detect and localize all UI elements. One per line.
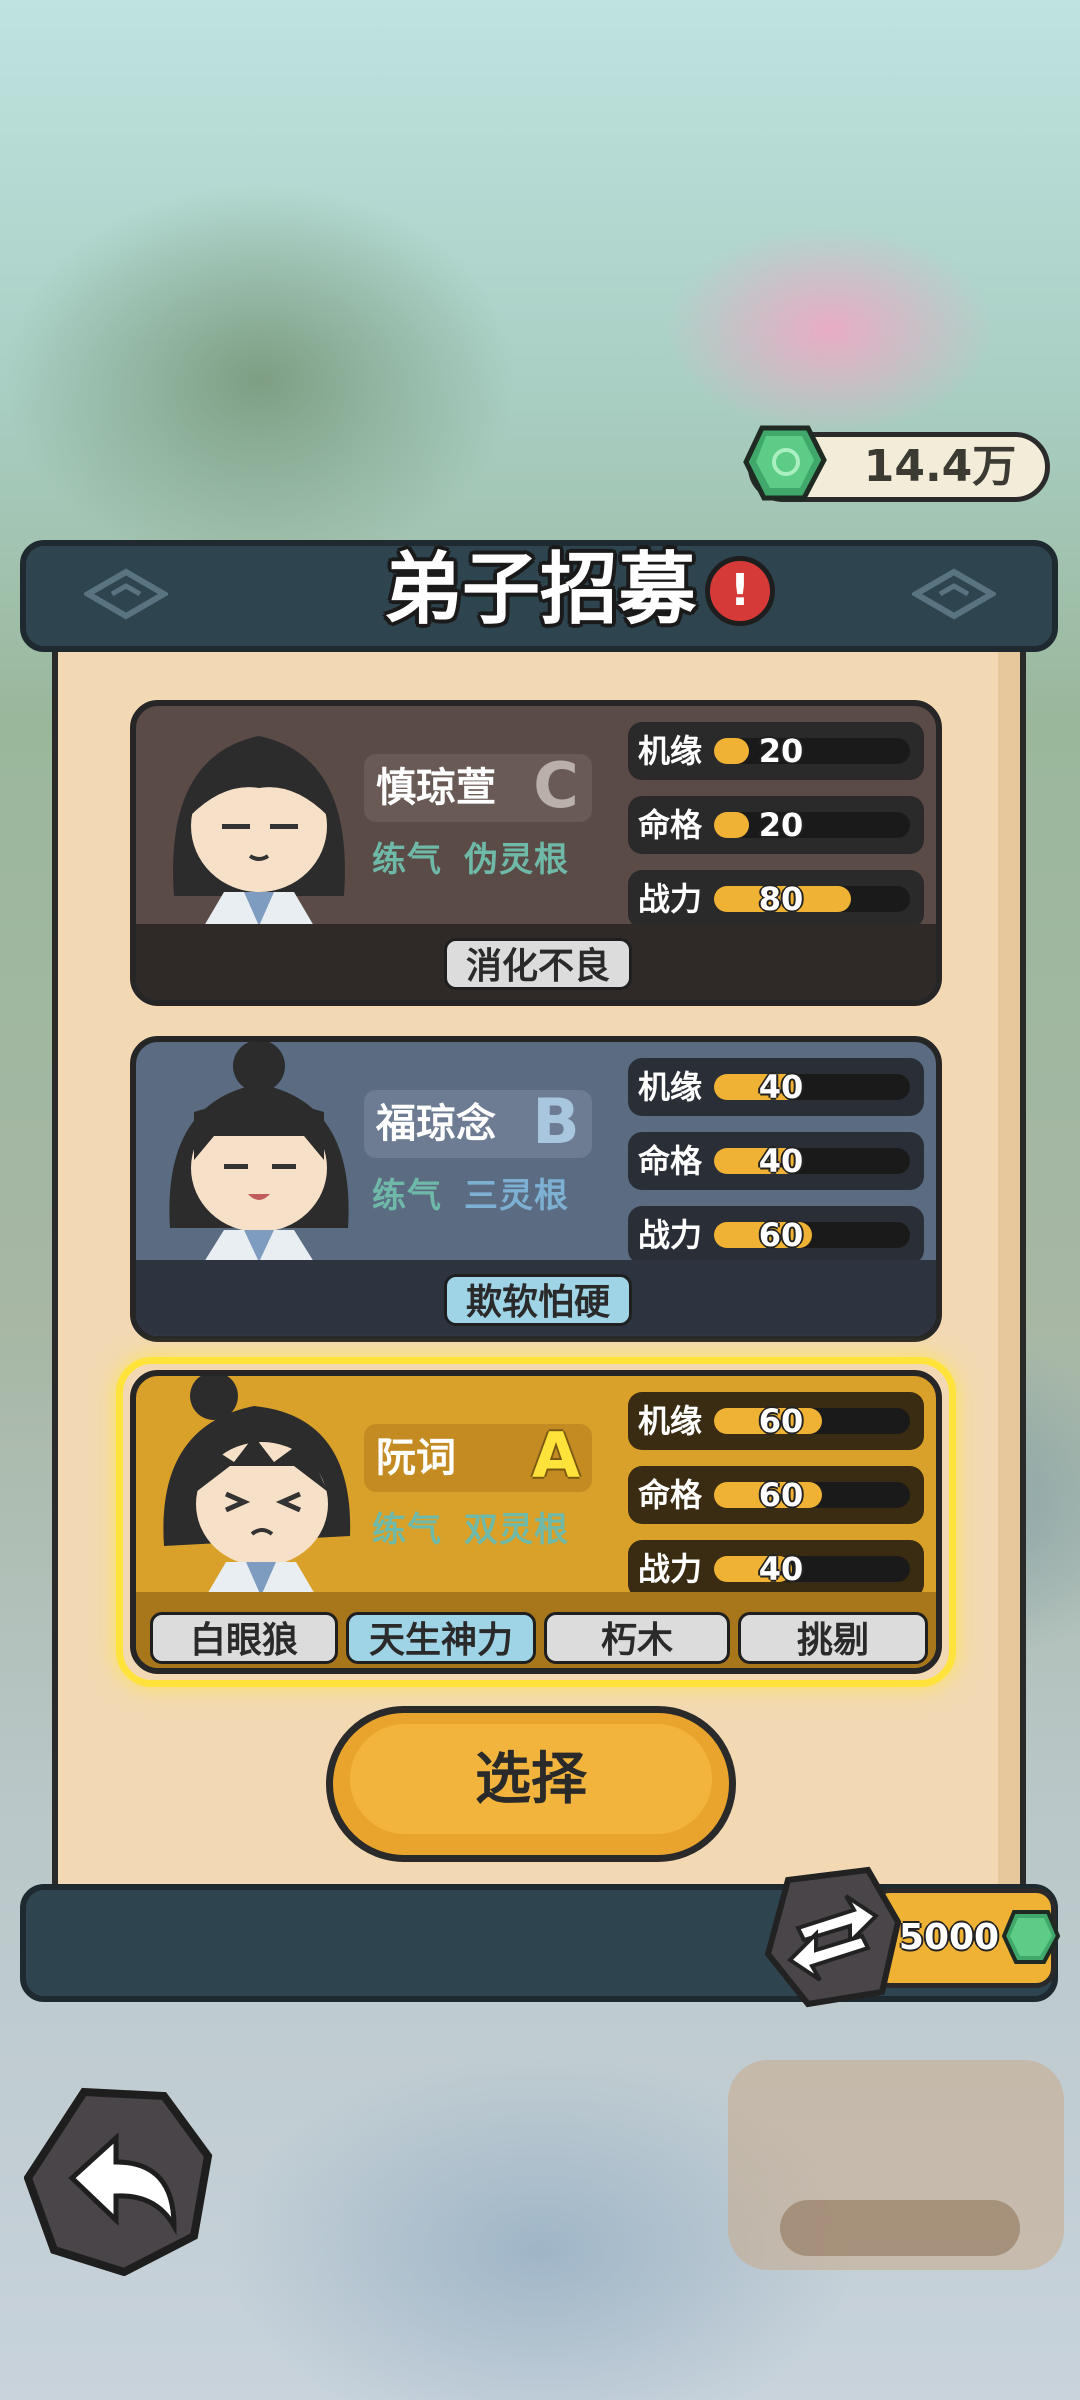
stat-list: 机缘 60 命格 60 战力 40 — [628, 1392, 924, 1614]
realm-tag: 练气 — [372, 1176, 442, 1216]
stat-fortune: 机缘 60 — [628, 1392, 924, 1450]
stat-list: 机缘 20 命格 20 战力 80 — [628, 722, 924, 944]
disciple-card[interactable]: 福琼念 B 练气 三灵根 机缘 40 命格 40 战力 60 欺软怕硬 — [130, 1036, 942, 1342]
jade-gem-icon — [743, 425, 827, 501]
refresh-icon[interactable] — [758, 1862, 908, 2012]
back-arrow-icon[interactable] — [24, 2086, 214, 2276]
trait-badge[interactable]: 白眼狼 — [150, 1612, 338, 1664]
stat-destiny: 命格 20 — [628, 796, 924, 854]
realm-tag: 练气 — [372, 840, 442, 880]
stat-destiny: 命格 60 — [628, 1466, 924, 1524]
stat-fortune: 机缘 40 — [628, 1058, 924, 1116]
disciple-portrait — [163, 1376, 351, 1596]
disciple-name: 阮词 — [376, 1435, 456, 1481]
stat-power: 战力 40 — [628, 1540, 924, 1598]
disciple-portrait — [169, 1042, 349, 1262]
trait-badge[interactable]: 消化不良 — [444, 938, 632, 990]
spirit-root-tag: 双灵根 — [464, 1510, 569, 1550]
currency-amount: 14.4万 — [863, 441, 1017, 492]
jade-gem-icon — [1001, 1910, 1061, 1964]
cloud-ornament-icon — [84, 568, 168, 620]
stat-fortune: 机缘 20 — [628, 722, 924, 780]
stat-list: 机缘 40 命格 40 战力 60 — [628, 1058, 924, 1280]
disciple-card-selected[interactable]: 阮词 A 练气 双灵根 机缘 60 命格 60 战力 40 白眼狼 天生神力 朽木 挑剔 — [130, 1370, 942, 1674]
stat-destiny: 命格 40 — [628, 1132, 924, 1190]
grade-badge: B — [532, 1085, 580, 1158]
trait-badge[interactable]: 天生神力 — [346, 1612, 536, 1664]
stat-power: 战力 80 — [628, 870, 924, 928]
select-button-label[interactable]: 选择 — [326, 1706, 736, 1854]
disciple-tags: 练气 双灵根 — [372, 1502, 591, 1551]
trait-badge[interactable]: 朽木 — [544, 1612, 730, 1664]
realm-tag: 练气 — [372, 1510, 442, 1550]
trait-badge[interactable]: 欺软怕硬 — [444, 1274, 632, 1326]
trait-badge[interactable]: 挑剔 — [738, 1612, 928, 1664]
side-event-label — [780, 2200, 1020, 2256]
spirit-root-tag: 三灵根 — [464, 1176, 569, 1216]
disciple-tags: 练气 三灵根 — [372, 1168, 591, 1217]
grade-badge: A — [532, 1419, 580, 1492]
panel-title: 弟子招募 — [383, 545, 696, 635]
disciple-name: 福琼念 — [376, 1101, 496, 1147]
scroll-edge-right — [998, 652, 1020, 1890]
disciple-portrait — [173, 736, 345, 926]
disciple-tags: 练气 伪灵根 — [372, 832, 591, 881]
disciple-name: 慎琼萱 — [376, 765, 496, 811]
cloud-ornament-icon — [912, 568, 996, 620]
stat-power: 战力 60 — [628, 1206, 924, 1264]
info-alert-icon[interactable]: ! — [705, 556, 775, 626]
disciple-card[interactable]: 慎琼萱 C 练气 伪灵根 机缘 20 命格 20 战力 80 消化不良 — [130, 700, 942, 1006]
spirit-root-tag: 伪灵根 — [464, 840, 569, 880]
grade-badge: C — [533, 749, 579, 822]
